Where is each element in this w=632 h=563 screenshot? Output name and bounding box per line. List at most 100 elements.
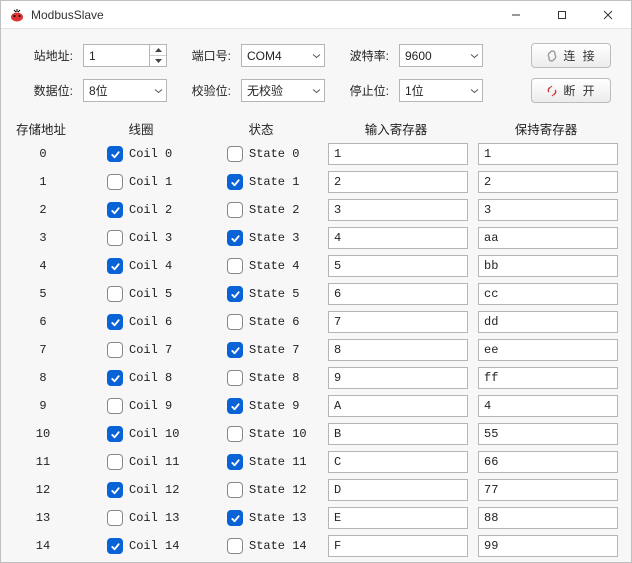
input-register-field[interactable]: E	[328, 507, 468, 529]
holding-register-cell: 3	[473, 198, 623, 222]
data-bits-select[interactable]: 8位	[83, 79, 167, 102]
address-cell: 2	[3, 198, 83, 222]
holding-register-field[interactable]: ee	[478, 339, 618, 361]
holding-register-field[interactable]: 1	[478, 143, 618, 165]
holding-register-field[interactable]: 55	[478, 423, 618, 445]
coil-checkbox[interactable]	[107, 538, 123, 554]
state-checkbox[interactable]	[227, 202, 243, 218]
state-checkbox[interactable]	[227, 342, 243, 358]
window-controls	[493, 1, 631, 28]
state-checkbox[interactable]	[227, 538, 243, 554]
state-label: State 2	[249, 203, 299, 217]
state-checkbox[interactable]	[227, 258, 243, 274]
coil-checkbox[interactable]	[107, 426, 123, 442]
input-register-field[interactable]: C	[328, 451, 468, 473]
coil-cell: Coil 1	[83, 170, 203, 194]
input-register-field[interactable]: B	[328, 423, 468, 445]
state-cell: State 13	[203, 506, 323, 530]
address-cell: 7	[3, 338, 83, 362]
coil-checkbox[interactable]	[107, 202, 123, 218]
state-checkbox[interactable]	[227, 286, 243, 302]
coil-checkbox[interactable]	[107, 510, 123, 526]
coil-checkbox[interactable]	[107, 146, 123, 162]
state-label: State 10	[249, 427, 307, 441]
input-register-field[interactable]: 6	[328, 283, 468, 305]
connect-button[interactable]: 连 接	[531, 43, 611, 68]
input-register-cell: 9	[323, 366, 473, 390]
coil-checkbox[interactable]	[107, 342, 123, 358]
baud-select[interactable]: 9600	[399, 44, 483, 67]
state-checkbox[interactable]	[227, 174, 243, 190]
coil-checkbox[interactable]	[107, 314, 123, 330]
input-register-field[interactable]: 8	[328, 339, 468, 361]
broken-link-icon	[545, 84, 559, 98]
coil-label: Coil 4	[129, 259, 172, 273]
state-label: State 8	[249, 371, 299, 385]
state-cell: State 12	[203, 478, 323, 502]
state-checkbox[interactable]	[227, 510, 243, 526]
holding-register-field[interactable]: dd	[478, 311, 618, 333]
holding-register-field[interactable]: 4	[478, 395, 618, 417]
coil-label: Coil 3	[129, 231, 172, 245]
holding-register-field[interactable]: ff	[478, 367, 618, 389]
minimize-button[interactable]	[493, 1, 539, 28]
coil-checkbox[interactable]	[107, 398, 123, 414]
maximize-button[interactable]	[539, 1, 585, 28]
input-register-field[interactable]: 3	[328, 199, 468, 221]
state-checkbox[interactable]	[227, 426, 243, 442]
station-input[interactable]: 1	[83, 44, 167, 67]
state-checkbox[interactable]	[227, 482, 243, 498]
coil-label: Coil 14	[129, 539, 179, 553]
input-register-field[interactable]: 4	[328, 227, 468, 249]
state-cell: State 3	[203, 226, 323, 250]
close-button[interactable]	[585, 1, 631, 28]
port-select[interactable]: COM4	[241, 44, 325, 67]
state-label: State 1	[249, 175, 299, 189]
holding-register-field[interactable]: 77	[478, 479, 618, 501]
coil-checkbox[interactable]	[107, 174, 123, 190]
coil-checkbox[interactable]	[107, 454, 123, 470]
input-register-field[interactable]: 2	[328, 171, 468, 193]
state-checkbox[interactable]	[227, 398, 243, 414]
input-register-field[interactable]: 5	[328, 255, 468, 277]
holding-register-field[interactable]: aa	[478, 227, 618, 249]
holding-register-field[interactable]: 3	[478, 199, 618, 221]
coil-checkbox[interactable]	[107, 258, 123, 274]
input-register-field[interactable]: 1	[328, 143, 468, 165]
disconnect-button[interactable]: 断 开	[531, 78, 611, 103]
holding-register-cell: cc	[473, 282, 623, 306]
station-down-button[interactable]	[150, 56, 166, 66]
input-register-cell: A	[323, 394, 473, 418]
holding-register-field[interactable]: cc	[478, 283, 618, 305]
input-register-cell: C	[323, 450, 473, 474]
stop-bits-select[interactable]: 1位	[399, 79, 483, 102]
input-register-cell: 1	[323, 142, 473, 166]
input-register-field[interactable]: F	[328, 535, 468, 557]
state-checkbox[interactable]	[227, 370, 243, 386]
coil-checkbox[interactable]	[107, 482, 123, 498]
coil-checkbox[interactable]	[107, 286, 123, 302]
coil-label: Coil 2	[129, 203, 172, 217]
coil-checkbox[interactable]	[107, 370, 123, 386]
holding-register-field[interactable]: 2	[478, 171, 618, 193]
parity-select[interactable]: 无校验	[241, 79, 325, 102]
input-register-field[interactable]: 9	[328, 367, 468, 389]
station-up-button[interactable]	[150, 45, 166, 56]
coil-checkbox[interactable]	[107, 230, 123, 246]
coil-label: Coil 10	[129, 427, 179, 441]
holding-register-field[interactable]: 66	[478, 451, 618, 473]
input-register-field[interactable]: D	[328, 479, 468, 501]
input-register-cell: 8	[323, 338, 473, 362]
state-checkbox[interactable]	[227, 454, 243, 470]
state-checkbox[interactable]	[227, 314, 243, 330]
holding-register-field[interactable]: bb	[478, 255, 618, 277]
address-cell: 11	[3, 450, 83, 474]
state-checkbox[interactable]	[227, 230, 243, 246]
input-register-field[interactable]: A	[328, 395, 468, 417]
holding-register-field[interactable]: 88	[478, 507, 618, 529]
header-coil: 线圈	[81, 119, 201, 138]
data-bits-label: 数据位:	[23, 82, 73, 99]
holding-register-field[interactable]: 99	[478, 535, 618, 557]
input-register-field[interactable]: 7	[328, 311, 468, 333]
state-checkbox[interactable]	[227, 146, 243, 162]
